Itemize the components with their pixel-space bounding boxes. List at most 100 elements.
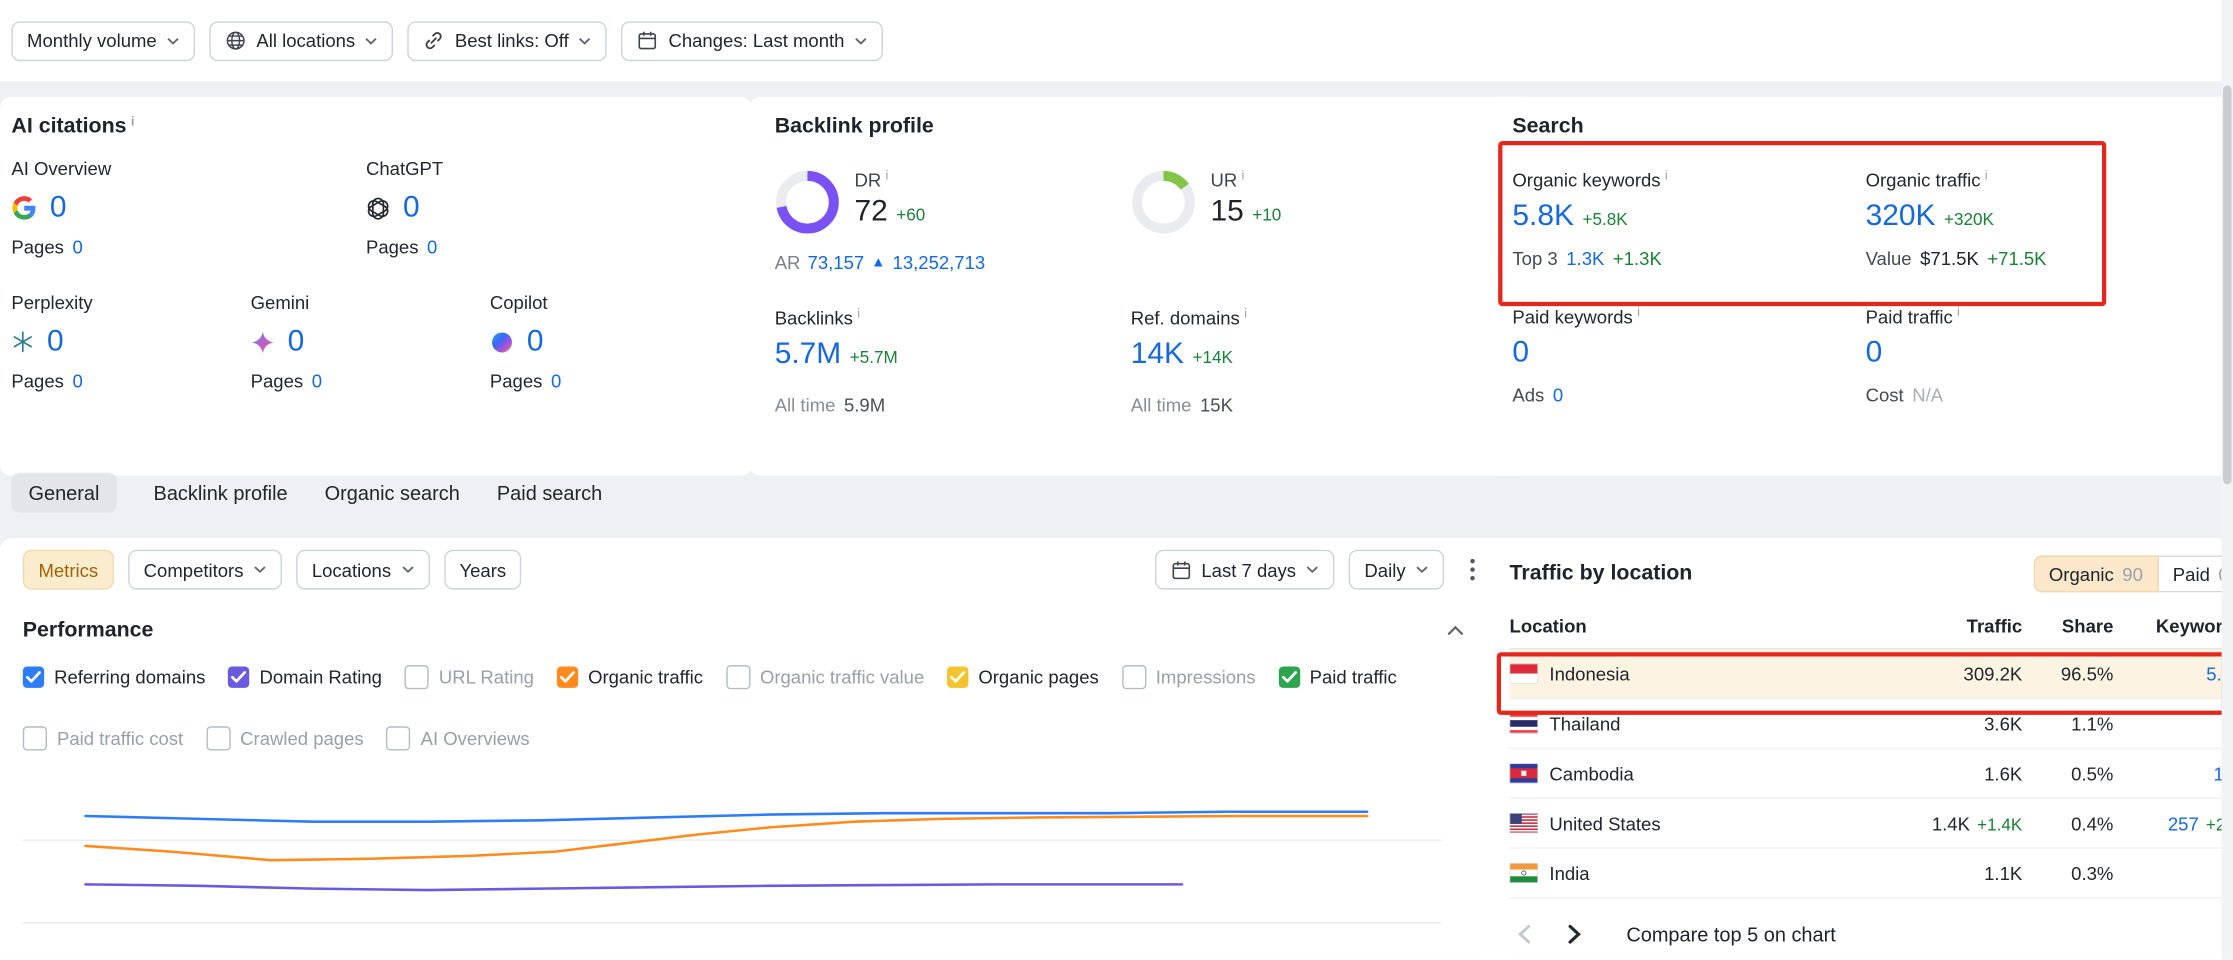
checkbox-crawled-pages[interactable]: Crawled pages	[206, 726, 364, 750]
metric-sub-link[interactable]: 0	[1553, 385, 1563, 406]
checkbox-paid-traffic-cost[interactable]: Paid traffic cost	[23, 726, 183, 750]
location-row-cambodia[interactable]: Cambodia1.6K0.5%171	[1510, 749, 2233, 799]
pages-count[interactable]: 0	[72, 236, 82, 257]
checkbox-ai-overviews[interactable]: AI Overviews	[386, 726, 529, 750]
checkbox-organic-traffic[interactable]: Organic traffic	[557, 665, 703, 689]
share-value: 1.1%	[2022, 713, 2113, 734]
table-header: Location Traffic Share Keywords	[1510, 615, 2233, 649]
granularity-button[interactable]: Daily	[1349, 550, 1444, 590]
checkbox-organic-traffic-value[interactable]: Organic traffic value	[726, 665, 924, 689]
metric-sub-dark: $71.5K	[1920, 248, 1979, 269]
location-row-india[interactable]: India1.1K0.3%76	[1510, 849, 2233, 899]
more-options-button[interactable]	[1458, 555, 1486, 583]
ai-citations-count[interactable]: 0	[288, 325, 305, 359]
info-icon[interactable]: i	[857, 306, 860, 320]
dr-change: +60	[896, 205, 925, 225]
scrollbar-thumb[interactable]	[2223, 85, 2232, 484]
flag-id-icon	[1510, 664, 1541, 684]
ar-label: AR	[775, 252, 801, 273]
flag-kh-icon	[1510, 763, 1541, 783]
tab-organic-search[interactable]: Organic search	[325, 473, 460, 513]
date-range-button[interactable]: Last 7 days	[1154, 550, 1334, 590]
checkbox-domain-rating[interactable]: Domain Rating	[228, 665, 382, 689]
location-row-indonesia[interactable]: Indonesia309.2K96.5%5.2K	[1510, 649, 2233, 699]
ai-citations-count[interactable]: 0	[527, 325, 544, 359]
metric-value[interactable]: 5.8K	[1512, 199, 1574, 233]
checked-checkbox-icon	[228, 666, 249, 687]
domain-rating-widget: DRi 72+60 AR 73,157 ▲13,252,713	[775, 169, 1131, 273]
chip-locations[interactable]: Locations	[296, 550, 429, 590]
metric-sub-link[interactable]: 1.3K	[1566, 248, 1604, 269]
pages-count[interactable]: 0	[427, 236, 437, 257]
prev-page-button[interactable]	[1510, 919, 1540, 950]
traffic-value: 309.2K	[1964, 663, 2023, 684]
backlinks-value[interactable]: 5.7M	[775, 338, 841, 372]
chip-competitors[interactable]: Competitors	[128, 550, 282, 590]
ar-value[interactable]: 73,157	[808, 252, 865, 273]
toggle-organic[interactable]: Organic90	[2033, 555, 2158, 592]
rank-up-icon: ▲	[871, 255, 885, 271]
panel-title: Traffic by location	[1510, 561, 1693, 585]
metric-label: Paid keywords	[1512, 306, 1632, 327]
chip-metrics[interactable]: Metrics	[23, 550, 114, 590]
ai-citations-count[interactable]: 0	[403, 191, 420, 225]
metric-checkboxes: Referring domains Domain Rating URL Rating…	[23, 665, 1450, 750]
chart-line-organic-traffic	[85, 816, 1367, 860]
pages-count[interactable]: 0	[312, 370, 322, 391]
info-icon[interactable]: i	[1665, 168, 1668, 182]
tab-paid-search[interactable]: Paid search	[497, 473, 602, 513]
checkbox-label: Organic pages	[978, 666, 1098, 687]
info-icon[interactable]: i	[1244, 306, 1247, 320]
unchecked-checkbox-icon	[206, 726, 230, 750]
ai-citation-copilot: Copilot0Pages0	[490, 292, 729, 392]
flag-in-icon	[1510, 863, 1541, 883]
copilot-icon	[490, 330, 514, 354]
unchecked-checkbox-icon	[405, 665, 429, 689]
info-icon[interactable]: i	[1985, 168, 1988, 182]
all-time-label: All time	[775, 394, 836, 415]
overview-tabs: General Backlink profile Organic search Pai…	[11, 471, 602, 514]
ref-domains-value[interactable]: 14K	[1131, 338, 1184, 372]
info-icon[interactable]: i	[1637, 305, 1640, 319]
location-row-thailand[interactable]: Thailand3.6K1.1%69	[1510, 699, 2233, 749]
metric-value[interactable]: 0	[1866, 336, 1883, 370]
metric-value[interactable]: 0	[1512, 336, 1529, 370]
collapse-performance-button[interactable]	[1438, 623, 1472, 637]
toolbar-button-changes-last-month[interactable]: Changes: Last month	[621, 21, 882, 61]
compare-top5-label[interactable]: Compare top 5 on chart	[1626, 923, 1835, 946]
checkbox-impressions[interactable]: Impressions	[1122, 665, 1256, 689]
card-title: Search	[1512, 114, 1583, 138]
info-icon[interactable]: i	[1957, 305, 1960, 319]
location-row-united-states[interactable]: United States1.4K+1.4K0.4%257+255	[1510, 799, 2233, 849]
granularity-label: Daily	[1364, 559, 1405, 580]
metric-value[interactable]: 320K	[1866, 199, 1936, 233]
next-page-button[interactable]	[1559, 919, 1589, 950]
tab-backlink-profile[interactable]: Backlink profile	[154, 473, 288, 513]
ai-citations-count[interactable]: 0	[47, 325, 64, 359]
metric-change: +320K	[1944, 209, 1994, 229]
pages-label: Pages	[251, 370, 304, 391]
tab-general[interactable]: General	[11, 473, 116, 513]
checkbox-organic-pages[interactable]: Organic pages	[947, 665, 1099, 689]
ai-citations-count[interactable]: 0	[50, 191, 67, 225]
info-icon[interactable]: i	[131, 114, 135, 128]
search-card: Search Organic keywordsi5.8K+5.8KTop 31.…	[1490, 97, 2233, 476]
info-icon[interactable]: i	[1242, 168, 1245, 182]
toolbar-button-all-locations[interactable]: All locations	[209, 21, 393, 61]
toolbar-button-monthly-volume[interactable]: Monthly volume	[11, 21, 195, 61]
checkbox-paid-traffic[interactable]: Paid traffic	[1278, 665, 1396, 689]
checkbox-label: Organic traffic value	[760, 666, 924, 687]
search-metric-organic-keywords: Organic keywordsi5.8K+5.8KTop 31.3K+1.3K	[1512, 169, 1865, 269]
checkbox-referring-domains[interactable]: Referring domains	[23, 665, 206, 689]
checkbox-url-rating[interactable]: URL Rating	[405, 665, 534, 689]
location-name: India	[1549, 862, 1868, 883]
pages-count[interactable]: 0	[551, 370, 561, 391]
keywords-count[interactable]: 257	[2168, 812, 2199, 833]
info-icon[interactable]: i	[885, 168, 888, 182]
chevron-down-icon	[854, 36, 867, 45]
toolbar-button-best-links-off[interactable]: Best links: Off	[408, 21, 607, 61]
chip-years[interactable]: Years	[444, 550, 522, 590]
traffic-value: 1.4K	[1932, 812, 1970, 833]
calendar-icon	[1170, 559, 1191, 580]
pages-count[interactable]: 0	[72, 370, 82, 391]
